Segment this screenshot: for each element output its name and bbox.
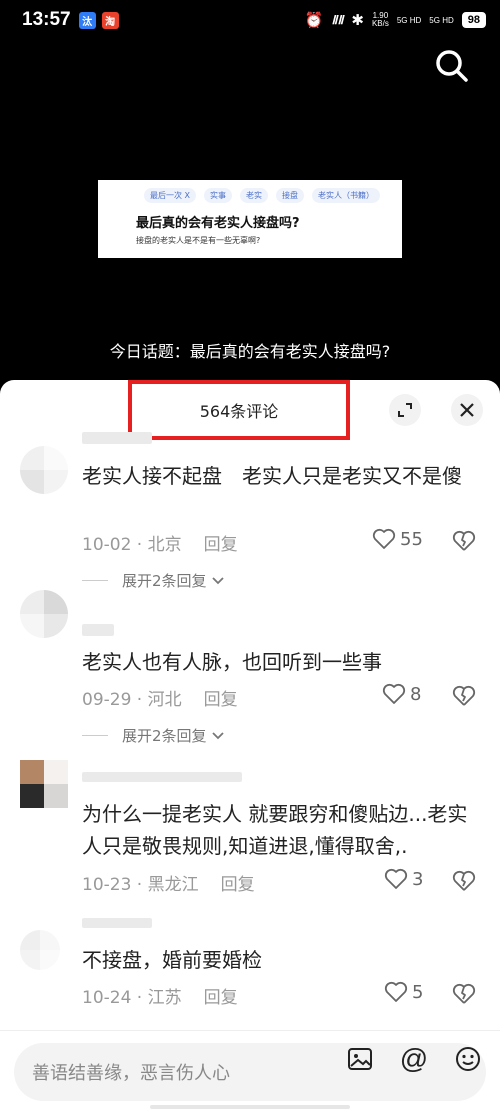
comment-date: 10-24 · 江苏 [82, 988, 182, 1008]
signal-icon: 5G HD [429, 15, 454, 25]
comment-text: 不接盘，婚前要婚检 [82, 948, 262, 972]
home-indicator [150, 1105, 350, 1109]
like-count: 55 [400, 528, 423, 550]
comment-count-title: 564条评论 [128, 380, 350, 440]
like-count: 8 [410, 683, 422, 705]
comment-date: 10-23 · 黑龙江 [82, 875, 199, 895]
comment-text: 老实人接不起盘 老实人只是老实又不是傻 [82, 464, 462, 488]
chevron-down-icon [211, 731, 224, 739]
nfc-icon: ⅡⅡ [331, 13, 344, 27]
divider [82, 580, 108, 581]
app-badge-icon: 汰 [78, 11, 96, 29]
signal-icon: 5G HD [396, 15, 422, 25]
broken-heart-icon[interactable] [452, 870, 476, 892]
username[interactable] [82, 918, 152, 928]
video-tags: 最后一次 X 实事 老实 接盘 老实人（书籍） [144, 188, 392, 203]
like-count: 3 [412, 868, 424, 890]
like-button[interactable]: 5 [384, 981, 423, 1003]
topic-caption: 今日话题：最后真的会有老实人接盘吗? [109, 342, 391, 361]
video-tag: 最后一次 X [144, 188, 197, 203]
heart-icon [382, 683, 406, 704]
heart-icon [372, 528, 396, 549]
comment-meta: 10-24 · 江苏 回复 [82, 983, 238, 1008]
status-icons: ⏰ ⅡⅡ ✱ 1.90 KB/s 5G HD 5G HD 98 [305, 11, 486, 29]
status-bar: 13:57 汰 淘 ⏰ ⅡⅡ ✱ 1.90 KB/s 5G HD 5G HD 98 [0, 0, 500, 40]
reply-button[interactable]: 回复 [221, 870, 255, 895]
bluetooth-icon: ✱ [351, 12, 364, 29]
comment-input-placeholder: 善语结善缘，恶言伤人心 [32, 1063, 230, 1084]
comment-text: 为什么一提老实人 就要跟穷和傻贴边...老实人只是敬畏规则,知道进退,懂得取舍,… [82, 802, 468, 858]
video-tag: 老实 [240, 188, 269, 203]
video-subtitle: 接盘的老实人是不是有一些无辜啊? [136, 236, 261, 245]
comment-meta: 10-23 · 黑龙江 回复 [82, 870, 255, 895]
comment-meta: 09-29 · 河北 回复 [82, 685, 238, 710]
comment-input-bar: 善语结善缘，恶言伤人心 @ [0, 1030, 500, 1115]
reply-button[interactable]: 回复 [204, 530, 238, 555]
video-thumbnail[interactable]: 最后一次 X 实事 老实 接盘 老实人（书籍） 最后真的会有老实人接盘吗? 接盘… [98, 180, 402, 258]
comment-meta: 10-02 · 北京 回复 [82, 530, 238, 555]
emoji-icon [456, 1047, 480, 1071]
video-title: 最后真的会有老实人接盘吗? [136, 216, 300, 231]
emoji-button[interactable] [452, 1043, 484, 1075]
video-tag: 接盘 [276, 188, 305, 203]
broken-heart-icon[interactable] [452, 530, 476, 552]
image-icon [348, 1048, 372, 1070]
status-time: 13:57 [22, 9, 71, 30]
image-button[interactable] [344, 1043, 376, 1075]
expand-button[interactable] [389, 394, 421, 426]
like-button[interactable]: 8 [382, 683, 421, 705]
like-count: 5 [412, 981, 424, 1003]
username[interactable] [82, 624, 114, 636]
avatar[interactable] [20, 446, 68, 494]
netspeed: 1.90 KB/s [371, 11, 389, 28]
app-badge-icon: 淘 [101, 11, 119, 29]
avatar[interactable] [20, 930, 60, 970]
expand-icon [398, 403, 412, 417]
alarm-icon: ⏰ [304, 12, 324, 29]
reply-button[interactable]: 回复 [204, 983, 238, 1008]
mention-button[interactable]: @ [398, 1043, 430, 1075]
chevron-down-icon [211, 576, 224, 584]
comment-date: 09-29 · 河北 [82, 690, 182, 710]
input-actions: @ [344, 1043, 484, 1075]
like-button[interactable]: 3 [384, 868, 423, 890]
close-icon [460, 403, 474, 417]
heart-icon [384, 981, 408, 1002]
broken-heart-icon[interactable] [452, 685, 476, 707]
video-tag: 实事 [204, 188, 233, 203]
comment-panel: 564条评论 老实人接不起盘 老实人只是老实又不是傻 10-02 · 北京 回复… [0, 380, 500, 1115]
expand-replies-button[interactable]: 展开2条回复 [82, 570, 225, 591]
like-button[interactable]: 55 [372, 528, 423, 550]
expand-replies-button[interactable]: 展开2条回复 [82, 725, 225, 746]
video-tag: 老实人（书籍） [312, 188, 381, 203]
comment-date: 10-02 · 北京 [82, 535, 182, 555]
comment-text: 老实人也有人脉，也回听到一些事 [82, 650, 382, 674]
battery-icon: 98 [461, 12, 486, 28]
search-button[interactable] [432, 46, 472, 86]
username[interactable] [82, 432, 152, 444]
reply-button[interactable]: 回复 [204, 685, 238, 710]
broken-heart-icon[interactable] [452, 983, 476, 1005]
search-icon [436, 50, 468, 82]
avatar[interactable] [20, 590, 68, 638]
avatar[interactable] [20, 760, 68, 808]
username[interactable] [82, 772, 242, 782]
divider [82, 735, 108, 736]
close-button[interactable] [451, 394, 483, 426]
heart-icon [384, 868, 408, 889]
at-icon: @ [399, 1043, 429, 1074]
